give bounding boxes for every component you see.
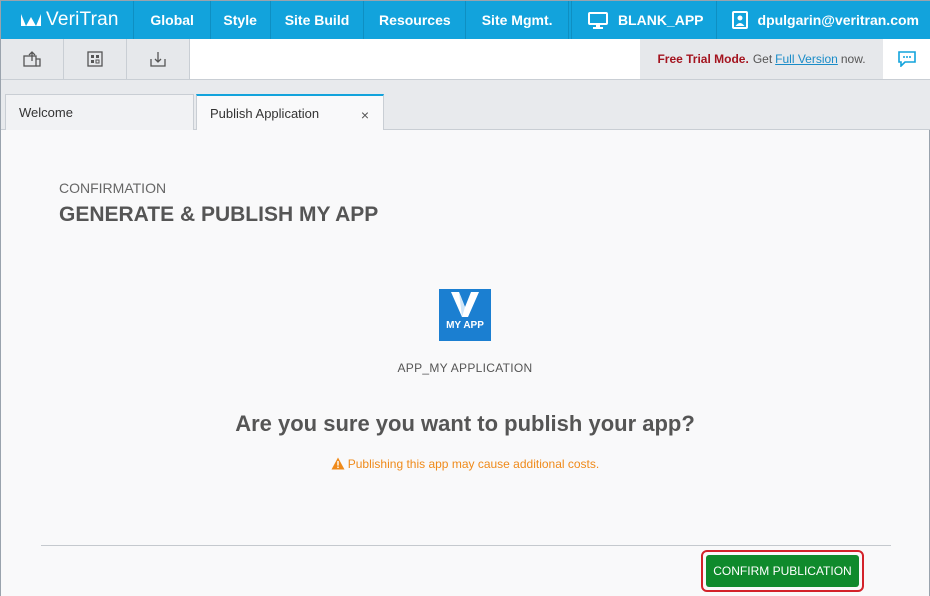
confirm-highlight: CONFIRM PUBLICATION (701, 550, 864, 592)
trial-get-text: Get (752, 52, 773, 66)
user-email: dpulgarin@veritran.com (757, 12, 919, 28)
grid-icon (87, 51, 103, 67)
veritran-logo[interactable]: VeriTran (1, 1, 133, 39)
confirmation-question: Are you sure you want to publish your ap… (235, 411, 695, 436)
app-icon-label: MY APP (446, 320, 484, 331)
divider (41, 545, 891, 546)
brand-name: VeriTran (46, 9, 119, 30)
trial-now-text: now. (840, 52, 866, 66)
app-name-label: BLANK_APP (617, 12, 704, 28)
tab-welcome-label: Welcome (19, 105, 73, 120)
confirm-publication-button[interactable]: CONFIRM PUBLICATION (706, 555, 859, 587)
publish-panel: CONFIRMATION GENERATE & PUBLISH MY APP M… (1, 130, 929, 596)
top-navigation: VeriTran Global Style Site Build Resourc… (1, 1, 930, 39)
download-icon (150, 52, 166, 67)
download-button[interactable] (127, 39, 190, 79)
close-icon[interactable]: × (361, 108, 369, 122)
chat-icon (898, 51, 916, 67)
tab-strip: Welcome Publish Application × (1, 80, 930, 131)
cost-warning-text: Publishing this app may cause additional… (347, 457, 600, 471)
cost-warning: Publishing this app may cause additional… (1, 457, 929, 471)
nav-style[interactable]: Style (209, 1, 270, 39)
full-version-link[interactable]: Full Version (775, 52, 838, 66)
trial-banner: Free Trial Mode. Get Full Version now. (640, 39, 883, 79)
nav-global[interactable]: Global (133, 1, 209, 39)
nav-resources[interactable]: Resources (363, 1, 465, 39)
app-icon: MY APP (439, 289, 491, 341)
export-button[interactable] (1, 39, 64, 79)
toolbar-spacer (190, 39, 640, 79)
tab-welcome[interactable]: Welcome (5, 94, 194, 130)
chat-button[interactable] (883, 39, 930, 79)
veritran-logo-icon (21, 14, 41, 26)
tab-publish-application[interactable]: Publish Application × (196, 94, 384, 131)
user-icon (731, 11, 748, 29)
export-icon (23, 51, 41, 67)
section-eyebrow: CONFIRMATION (59, 180, 167, 196)
grid-button[interactable] (64, 39, 127, 79)
toolbar: Free Trial Mode. Get Full Version now. (1, 39, 930, 80)
user-menu[interactable]: dpulgarin@veritran.com (715, 1, 930, 39)
veritran-v-icon (451, 292, 479, 317)
nav-site-build[interactable]: Site Build (269, 1, 364, 39)
monitor-icon (587, 11, 608, 29)
nav-site-mgmt[interactable]: Site Mgmt. (465, 1, 568, 39)
app-name: APP_MY APPLICATION (397, 361, 533, 375)
trial-mode-text: Free Trial Mode. (657, 52, 749, 66)
page-title: GENERATE & PUBLISH MY APP (59, 203, 379, 226)
tab-publish-label: Publish Application (210, 106, 320, 121)
app-selector[interactable]: BLANK_APP (570, 1, 716, 39)
warning-icon (331, 457, 345, 470)
